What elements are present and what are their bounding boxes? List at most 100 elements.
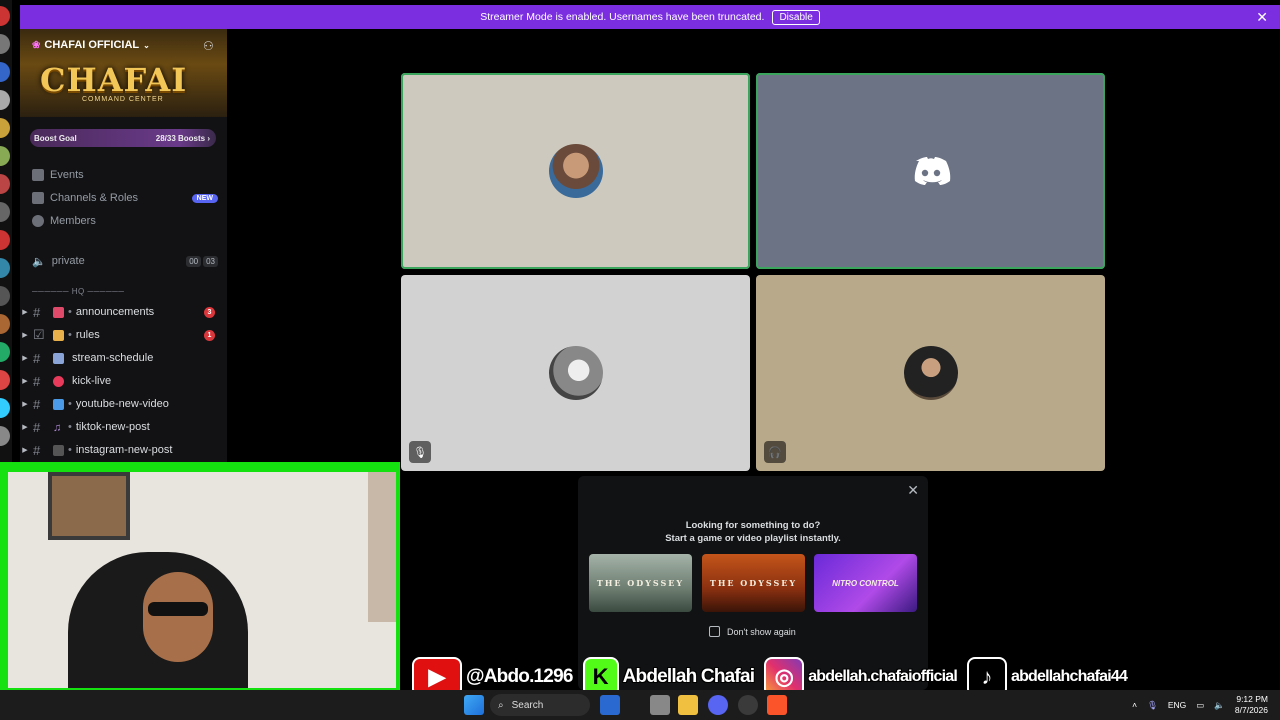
mic-icon[interactable]: 🎙	[1147, 700, 1158, 711]
person-face	[143, 572, 213, 662]
nav-events-label: Events	[50, 169, 84, 181]
search-icon: ⌕	[498, 699, 504, 711]
chevron-right-icon: ▶	[22, 447, 28, 454]
close-icon[interactable]: ✕	[1256, 9, 1268, 26]
banner-message: Streamer Mode is enabled. Usernames have…	[480, 11, 765, 23]
activity-subline: Start a game or video playlist instantly…	[665, 533, 841, 544]
channel-youtube-new-video[interactable]: ▶ # • youtube-new-video	[20, 394, 227, 414]
voice-tile-user-1[interactable]	[401, 73, 750, 269]
dont-show-again-checkbox[interactable]: Don't show again	[709, 626, 796, 637]
server-icon[interactable]	[0, 6, 10, 26]
boost-progress: 28/33 Boosts ›	[155, 133, 210, 143]
door-frame	[368, 472, 396, 622]
calendar-icon	[32, 169, 44, 181]
brave-icon[interactable]	[767, 695, 787, 715]
speaker-icon: 🔈	[32, 255, 46, 268]
voice-tile-user-2[interactable]	[756, 73, 1105, 269]
server-icon[interactable]	[0, 370, 10, 390]
category-hq[interactable]: ────── HQ ──────	[32, 287, 124, 296]
nav-events[interactable]: Events	[32, 165, 218, 185]
boost-goal-bar[interactable]: Boost Goal 28/33 Boosts ›	[30, 129, 216, 147]
volume-icon[interactable]: 🔈	[1214, 700, 1225, 711]
server-icon[interactable]	[0, 230, 10, 250]
channel-label: youtube-new-video	[75, 398, 169, 410]
activity-card-odyssey-2[interactable]: THE ODYSSEY	[702, 554, 805, 612]
channel-label: announcements	[75, 306, 155, 318]
kick-handle: Abdellah Chafai	[622, 665, 756, 687]
close-icon[interactable]: ✕	[907, 482, 919, 499]
channel-announcements[interactable]: ▶ # • announcements 3	[20, 302, 227, 322]
network-icon[interactable]: ▭	[1196, 700, 1204, 711]
server-icon[interactable]	[0, 62, 10, 82]
voice-channel-label: private	[51, 255, 85, 267]
task-view-icon[interactable]	[600, 695, 620, 715]
chevron-up-icon[interactable]: ˄	[1132, 700, 1137, 710]
clock[interactable]: 9:12 PM 8/7/2026	[1235, 694, 1268, 716]
webcam-feed	[8, 472, 396, 688]
language-indicator[interactable]: ENG	[1168, 700, 1186, 710]
channel-instagram-new-post[interactable]: ▶ # • instagram-new-post	[20, 440, 227, 460]
server-icon[interactable]	[0, 426, 10, 446]
channel-label: rules	[75, 329, 100, 341]
hash-icon: #	[33, 442, 41, 458]
taskbar-search[interactable]: ⌕ Search	[490, 694, 590, 716]
channel-rules[interactable]: ▶ ☑ • rules 1	[20, 325, 227, 345]
tiktok-handle: abdellahchafai44	[1010, 667, 1128, 685]
nav-members[interactable]: Members	[32, 211, 218, 231]
webcam-overlay	[0, 462, 400, 692]
chevron-right-icon: ▶	[22, 424, 28, 431]
nav-channels-roles[interactable]: Channels & Roles NEW	[32, 188, 218, 208]
dont-show-label: Don't show again	[727, 626, 796, 637]
server-icon[interactable]	[0, 118, 10, 138]
camera-icon	[53, 444, 64, 456]
server-header[interactable]: ❀ CHAFAI OFFICIAL ⌄ ⚇ CHAFAI COMMAND CEN…	[20, 29, 227, 117]
activity-card-odyssey-1[interactable]: THE ODYSSEY	[589, 554, 692, 612]
nav-members-label: Members	[50, 215, 96, 227]
avatar	[548, 144, 603, 198]
voice-tile-user-4[interactable]: 🎧	[756, 275, 1105, 471]
system-tray: ˄ 🎙 ENG ▭ 🔈 9:12 PM 8/7/2026	[1132, 693, 1268, 717]
discord-logo-icon	[914, 157, 950, 185]
channel-tiktok-new-post[interactable]: ▶ # ♫ • tiktok-new-post	[20, 417, 227, 437]
chevron-down-icon: ⌄	[143, 40, 150, 50]
invite-people-icon[interactable]: ⚇	[203, 39, 217, 53]
server-icon[interactable]	[0, 90, 10, 110]
obs-icon[interactable]	[738, 695, 758, 715]
server-icon[interactable]	[0, 342, 10, 362]
server-icon[interactable]	[0, 146, 10, 166]
server-name: CHAFAI OFFICIAL	[44, 39, 140, 51]
server-icon[interactable]	[0, 34, 10, 54]
folder-icon[interactable]	[678, 695, 698, 715]
channel-sidebar: ❀ CHAFAI OFFICIAL ⌄ ⚇ CHAFAI COMMAND CEN…	[20, 29, 227, 469]
clock-date: 8/7/2026	[1234, 705, 1268, 715]
server-icon[interactable]	[0, 286, 10, 306]
megaphone-icon	[53, 306, 64, 318]
nav-channels-roles-label: Channels & Roles	[50, 192, 139, 204]
server-icon[interactable]	[0, 258, 10, 278]
instagram-handle: abdellah.chafaiofficial	[808, 667, 959, 685]
mention-badge: 3	[204, 306, 215, 318]
server-banner-logo: CHAFAI	[40, 61, 188, 99]
channel-label: tiktok-new-post	[75, 421, 150, 433]
avatar	[903, 346, 958, 400]
voice-tile-user-3[interactable]: 🎙	[401, 275, 750, 471]
voice-channel-private[interactable]: 🔈 private 00 03	[32, 251, 218, 271]
disable-button[interactable]: Disable	[772, 9, 820, 25]
chevron-right-icon: ▶	[22, 332, 28, 339]
server-icon[interactable]	[0, 398, 10, 418]
avatar	[548, 346, 603, 400]
server-name-row[interactable]: ❀ CHAFAI OFFICIAL ⌄	[32, 39, 150, 51]
discord-icon[interactable]	[708, 695, 728, 715]
activity-card-nitro-control[interactable]: NITRO CONTROL	[814, 554, 917, 612]
clock-time: 9:12 PM	[1236, 694, 1268, 704]
hash-icon: #	[33, 304, 41, 320]
windows-start-icon[interactable]	[464, 695, 484, 715]
server-icon[interactable]	[0, 314, 10, 334]
file-icon[interactable]	[650, 695, 670, 715]
music-note-icon: ♫	[53, 421, 62, 434]
server-icon[interactable]	[0, 202, 10, 222]
server-icon[interactable]	[0, 174, 10, 194]
channel-stream-schedule[interactable]: ▶ # stream-schedule	[20, 348, 227, 368]
chevron-right-icon: ▶	[22, 355, 28, 362]
channel-kick-live[interactable]: ▶ # kick-live	[20, 371, 227, 391]
